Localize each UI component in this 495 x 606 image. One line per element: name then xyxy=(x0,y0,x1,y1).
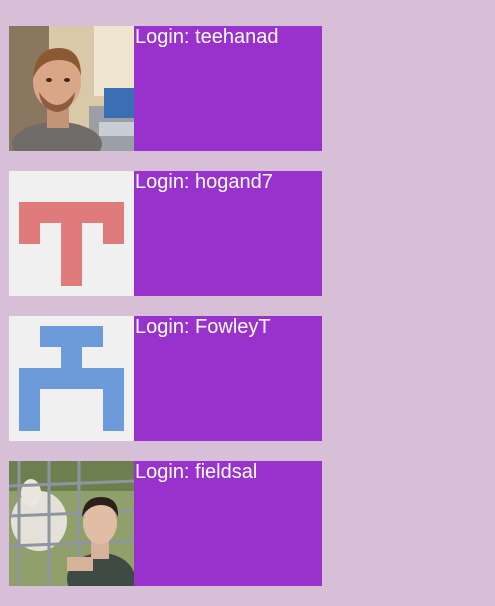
avatar-teehanad[interactable] xyxy=(9,26,134,151)
avatar-fieldsal[interactable] xyxy=(9,461,134,586)
login-label-teehanad: Login: teehanad xyxy=(134,26,322,151)
login-label-fowleyt: Login: FowleyT xyxy=(134,316,322,441)
user-list: Login: teehanad Login: hogand7 Login: Fo… xyxy=(9,26,322,606)
user-photo-image xyxy=(9,26,134,151)
user-card-hogand7[interactable]: Login: hogand7 xyxy=(9,171,322,296)
avatar-hogand7[interactable] xyxy=(9,171,134,296)
identicon-image xyxy=(9,316,134,441)
avatar-fowleyt[interactable] xyxy=(9,316,134,441)
user-card-teehanad[interactable]: Login: teehanad xyxy=(9,26,322,151)
login-label-hogand7: Login: hogand7 xyxy=(134,171,322,296)
identicon-image xyxy=(9,171,134,296)
user-card-fowleyt[interactable]: Login: FowleyT xyxy=(9,316,322,441)
user-photo-image xyxy=(9,461,134,586)
user-card-fieldsal[interactable]: Login: fieldsal xyxy=(9,461,322,586)
login-label-fieldsal: Login: fieldsal xyxy=(134,461,322,586)
